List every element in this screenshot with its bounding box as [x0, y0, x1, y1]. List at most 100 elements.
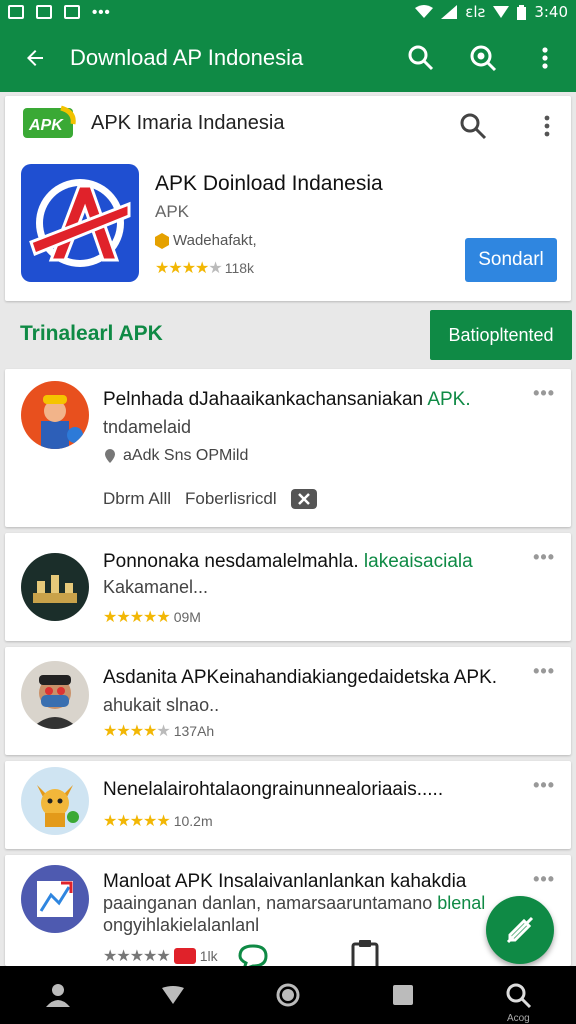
- badge-icon: [173, 948, 196, 964]
- developer-name[interactable]: Wadehafakt,: [173, 232, 257, 249]
- app-title: APK Doinload Indanesia: [155, 172, 383, 195]
- list-item[interactable]: Asdanita APKeinahandiakiangedaidetska AP…: [5, 647, 571, 755]
- nav-recents-button[interactable]: [373, 966, 433, 1024]
- page-title: Download AP Indonesia: [70, 45, 304, 70]
- app-toolbar: Download AP Indonesia: [0, 24, 576, 92]
- status-bar: ••• ɛlƨ 3:40: [0, 0, 576, 24]
- nav-home-button[interactable]: [258, 966, 318, 1024]
- signal-icon: [441, 5, 458, 19]
- clock: 3:40: [534, 3, 568, 21]
- star-rating: ★★★★★: [103, 813, 171, 830]
- more-vert-icon: [544, 115, 550, 137]
- featured-app-card[interactable]: APK APK Imaria Indanesia APK Doinload In…: [5, 96, 571, 301]
- chart-avatar-icon: [21, 865, 89, 933]
- download-indicator-icon: [493, 6, 510, 18]
- section-title: Trinalearl APK: [20, 322, 163, 345]
- arrow-back-icon: [27, 50, 43, 66]
- item-overflow-button[interactable]: •••: [533, 661, 555, 682]
- item-title: Manloat APK Insalaivanlanlankan kahakdia: [103, 871, 467, 892]
- close-icon[interactable]: [290, 489, 317, 509]
- item-subtitle: tndamelaid: [103, 417, 192, 437]
- section-action-button[interactable]: Batiopltented: [430, 310, 572, 360]
- avatar: [21, 767, 89, 835]
- tag-label: Dbrm Alll: [103, 489, 172, 508]
- list-item[interactable]: Ponnonaka nesdamalelmahla. lakeaisaciala…: [5, 533, 571, 641]
- rating-row: ★★★★★ 09M: [103, 607, 201, 627]
- item-subtitle: paainganan danlan, namarsaaruntamano ble…: [103, 893, 486, 913]
- item-subtitle: ahukait slnao..: [103, 695, 220, 715]
- search-button[interactable]: [390, 24, 452, 92]
- back-button[interactable]: [0, 24, 70, 92]
- location-pin-icon: [105, 449, 115, 463]
- svg-text:APK: APK: [28, 117, 64, 134]
- wifi-icon: [415, 5, 434, 18]
- app-avatar-icon: [21, 553, 89, 621]
- mascot-avatar-icon: [21, 767, 89, 835]
- avatar: [21, 553, 89, 621]
- star-rating: ★★★★★: [103, 723, 171, 740]
- list-item[interactable]: Manloat APK Insalaivanlanlankan kahakdia…: [5, 855, 571, 973]
- square-recents-icon: [393, 985, 414, 1005]
- nav-search-label: Acog: [506, 1013, 530, 1024]
- item-overflow-button[interactable]: •••: [533, 775, 555, 796]
- list-item[interactable]: Pelnhada dJahaaikankachansaniakan APK. t…: [5, 369, 571, 527]
- item-overflow-button[interactable]: •••: [533, 547, 555, 568]
- star-rating: ★★★★★: [103, 948, 171, 965]
- gallery-notification-icon: [64, 5, 80, 19]
- home-circle-icon: [276, 983, 300, 1007]
- app-subtitle: APK: [155, 202, 190, 221]
- avatar: [21, 865, 89, 933]
- person-icon: [45, 984, 70, 1007]
- carrier-label: ɛlƨ: [465, 3, 486, 21]
- review-count: 118k: [224, 260, 255, 276]
- badge-icon: [155, 232, 169, 249]
- apk-logo-icon: [21, 164, 139, 282]
- item-title: Nenelalairohtalaongrainunnealoriaais....…: [103, 779, 444, 800]
- nav-back-button[interactable]: [143, 966, 203, 1024]
- nav-profile-button[interactable]: [28, 966, 88, 1024]
- search-icon: [460, 113, 487, 140]
- star-rating: ★★★★★: [103, 609, 171, 626]
- card-search-button[interactable]: [457, 110, 489, 142]
- review-count: 1lk: [199, 948, 218, 964]
- photo-notification-icon: [36, 5, 52, 19]
- install-button[interactable]: Sondarl: [465, 238, 557, 282]
- rating-row: ★★★★★ 10.2m: [103, 811, 213, 831]
- item-tags: Dbrm Alll Foberlisricdl: [103, 489, 317, 509]
- brand-logo: APK: [23, 105, 76, 138]
- battery-icon: [517, 4, 527, 20]
- card-overflow-button[interactable]: [537, 110, 557, 142]
- overflow-menu-button[interactable]: [514, 24, 576, 92]
- person-avatar-icon: [21, 661, 89, 729]
- item-title: Asdanita APKeinahandiakiangedaidetska AP…: [103, 667, 498, 688]
- worker-avatar-icon: [21, 381, 89, 449]
- avatar: [21, 661, 89, 729]
- search-icon: [408, 45, 434, 71]
- review-count: 137Ah: [173, 723, 215, 739]
- review-count: 09M: [173, 609, 201, 625]
- developer-row: Wadehafakt,: [155, 232, 257, 249]
- more-notifications-icon: •••: [92, 3, 111, 21]
- tag-label-secondary: Foberlisricdl: [185, 489, 277, 508]
- nav-search-button[interactable]: Acog: [488, 966, 548, 1024]
- bottom-nav-bar: Acog: [0, 966, 576, 1024]
- list-item[interactable]: Nenelalairohtalaongrainunnealoriaais....…: [5, 761, 571, 849]
- item-subtitle: Kakamanel...: [103, 577, 209, 597]
- more-vert-icon: [542, 47, 548, 69]
- section-header: Trinalearl APK Batiopltented: [0, 306, 576, 364]
- triangle-back-icon: [161, 986, 184, 1004]
- item-overflow-button[interactable]: •••: [533, 383, 555, 404]
- rating-row: ★★★★★ 118k: [155, 258, 254, 278]
- item-title: Pelnhada dJahaaikankachansaniakan APK.: [103, 389, 471, 410]
- edit-off-icon: [506, 916, 534, 944]
- item-description: ongyihlakielalanlanl: [103, 915, 260, 935]
- avatar: [21, 381, 89, 449]
- voice-search-button[interactable]: [452, 24, 514, 92]
- brand-name: APK Imaria Indanesia: [91, 112, 285, 134]
- app-icon[interactable]: [21, 164, 139, 282]
- star-rating: ★★★★★: [155, 260, 223, 277]
- item-overflow-button[interactable]: •••: [533, 869, 555, 890]
- item-meta: aAdk Sns OPMild: [103, 447, 248, 465]
- item-title: Ponnonaka nesdamalelmahla. lakeaisaciala: [103, 551, 473, 572]
- edit-fab-button[interactable]: [486, 896, 554, 964]
